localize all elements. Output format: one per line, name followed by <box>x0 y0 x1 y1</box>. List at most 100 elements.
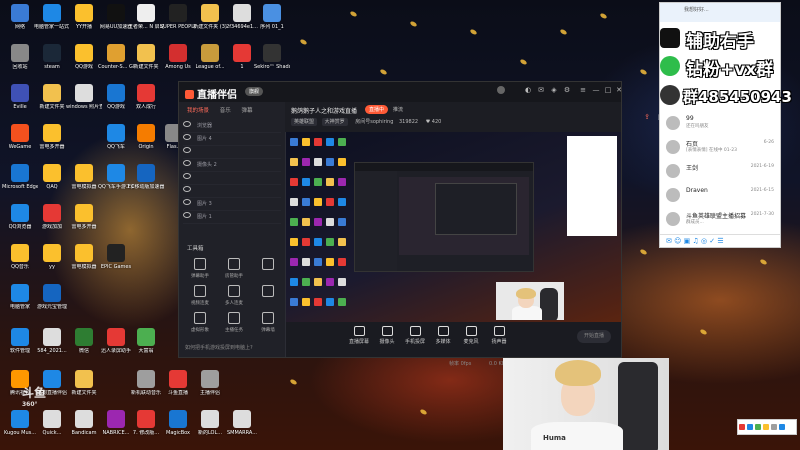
desktop-icon[interactable]: Quick... <box>34 410 70 436</box>
desktop-icon[interactable]: MagicBox <box>160 410 196 436</box>
desktop-icon[interactable]: 雷电多开器 <box>34 124 70 150</box>
tool-item[interactable]: 主播任务 <box>219 312 249 333</box>
room-title[interactable]: 鹅鸽鹅子人之和游戏直播 <box>291 106 357 115</box>
desktop-icon[interactable]: 新的LOL... <box>192 410 228 436</box>
tool-item[interactable]: 弹幕墙 <box>253 312 283 333</box>
visibility-icon[interactable] <box>183 160 191 166</box>
tab-danmaku[interactable]: 弹幕 <box>242 108 253 114</box>
desktop-icon[interactable]: 王者荣... N 启动 器(1) <box>128 4 164 30</box>
desktop-icon[interactable]: 雷电多开器 <box>66 204 102 230</box>
start-live-button[interactable]: 开始直播 <box>577 330 611 343</box>
desktop-icon[interactable]: 斗鱼直播 <box>160 370 196 396</box>
mail-icon[interactable]: ✉ <box>537 86 545 94</box>
visibility-icon[interactable] <box>183 134 191 140</box>
visibility-icon[interactable] <box>183 121 191 127</box>
desktop-icon[interactable]: Eville <box>2 84 38 110</box>
desktop-icon[interactable]: windows 照片查看 <box>66 84 102 110</box>
desktop-icon[interactable]: 新建文件夹 <box>34 84 70 110</box>
tab-scenes[interactable]: 我的场景 <box>187 108 209 114</box>
desktop-icon[interactable]: 双人成行 <box>128 84 164 110</box>
desktop-icon[interactable]: 电脑管家一站式 解析器 <box>34 4 70 30</box>
desktop-icon[interactable]: 游戏元宝管理 <box>34 284 70 310</box>
visibility-icon[interactable] <box>183 186 191 192</box>
tool-item[interactable] <box>253 285 283 300</box>
source-item[interactable] <box>183 172 281 185</box>
desktop-icon[interactable]: 雷电模拟器 <box>66 244 102 270</box>
desktop-icon[interactable]: 电脑管家 <box>2 284 38 310</box>
desktop-icon[interactable]: Sekiro™ Shadow... <box>254 44 290 70</box>
chat-tool-icon[interactable]: ✉ ☺ ▣ ♫ ◎ ✓ ☰ <box>666 237 724 245</box>
contact-item[interactable]: 斗鱼英雄联盟主播招募 群成员... 2021-7-30 <box>666 211 776 229</box>
desktop-icon[interactable]: QQ游戏 <box>66 44 102 70</box>
minimize-icon[interactable]: — <box>592 86 600 94</box>
desktop-icon[interactable]: Kugou Mus... <box>2 410 38 436</box>
desktop-icon[interactable]: League of... <box>192 44 228 70</box>
desktop-icon[interactable]: 微信 <box>66 328 102 354</box>
visibility-icon[interactable] <box>183 212 191 218</box>
avatar[interactable] <box>497 86 505 94</box>
desktop-icon[interactable]: 回收站 <box>2 44 38 70</box>
desktop-icon[interactable]: QQ浏览器 <box>2 204 38 230</box>
source-item[interactable]: 摄像头 2 <box>183 159 281 172</box>
version-badge[interactable]: 旗舰 <box>245 87 264 96</box>
desktop-icon[interactable]: Among Us <box>160 44 196 70</box>
visibility-icon[interactable] <box>183 147 191 153</box>
tool-item[interactable]: 房管助手 <box>219 258 249 279</box>
tool-item[interactable]: 多人连麦 <box>219 285 249 306</box>
desktop-icon[interactable]: 雷电模拟器 <box>66 164 102 190</box>
contact-item[interactable]: 石页 [表情表情] 在线中 01-23 6-26 <box>666 139 776 157</box>
control-item[interactable]: 扬声器 <box>486 326 512 345</box>
desktop-icon[interactable]: SMMARRA... <box>224 410 260 436</box>
maximize-icon[interactable]: □ <box>604 86 612 94</box>
control-item[interactable]: 麦克风 <box>458 326 484 345</box>
desktop-icon[interactable]: 新建文件夹 (3) <box>192 4 228 30</box>
source-item[interactable] <box>183 146 281 159</box>
skin-icon[interactable]: ◐ <box>524 86 532 94</box>
desktop-icon[interactable]: steam <box>34 44 70 70</box>
contact-item[interactable]: Draven 2021-6-15 <box>666 187 776 205</box>
room-category[interactable]: 英雄联盟 <box>291 118 318 126</box>
desktop-icon[interactable]: QQ音乐 <box>2 244 38 270</box>
source-item[interactable]: 浏览器 <box>183 120 281 133</box>
control-item[interactable]: 多媒体 <box>430 326 456 345</box>
source-item[interactable]: 图片 4 <box>183 133 281 146</box>
desktop-icon[interactable]: 584_2021... <box>34 328 70 354</box>
desktop-icon[interactable]: EPIC Games <box>98 244 134 270</box>
contact-item[interactable]: 王剑 2021-6-19 <box>666 163 776 181</box>
source-item[interactable] <box>183 185 281 198</box>
stream-preview[interactable] <box>286 132 621 322</box>
desktop-icon[interactable]: 游戏加加 <box>34 204 70 230</box>
desktop-icon[interactable]: 新建文件夹 <box>128 44 164 70</box>
tool-item[interactable]: 弹幕助手 <box>185 258 215 279</box>
push-tag[interactable]: 推流 <box>393 106 403 113</box>
menu-icon[interactable]: ≡ <box>579 86 587 94</box>
source-item[interactable]: 图片 1 <box>183 211 281 224</box>
desktop-icon[interactable]: FC移动版加速器 <box>128 164 164 190</box>
desktop-icon[interactable]: YY开播 <box>66 4 102 30</box>
settings-icon[interactable]: ⚙ <box>563 86 571 94</box>
tool-item[interactable]: 虚拟形象 <box>185 312 215 333</box>
desktop-icon[interactable]: 网络 <box>2 4 38 30</box>
share-icon[interactable]: ⇪ <box>643 113 651 121</box>
gift-icon[interactable]: ◈ <box>550 86 558 94</box>
source-item[interactable]: 图片 3 <box>183 198 281 211</box>
help-hint[interactable]: 如何把手机游戏投屏到电脑上? <box>185 344 253 351</box>
desktop-icon[interactable]: 大富翁 <box>128 328 164 354</box>
desktop-icon[interactable]: 序列 01_1 <box>254 4 290 30</box>
visibility-icon[interactable] <box>183 173 191 179</box>
desktop-icon[interactable]: Microsoft Edge <box>2 164 38 190</box>
control-item[interactable]: 手机投屏 <box>402 326 428 345</box>
close-icon[interactable]: ✕ <box>615 86 623 94</box>
tool-item[interactable] <box>253 258 283 273</box>
desktop-icon[interactable]: WeGame <box>2 124 38 150</box>
desktop-icon[interactable]: Bandicam <box>66 410 102 436</box>
tool-item[interactable]: 视频连麦 <box>185 285 215 306</box>
desktop-icon[interactable]: SUPER PEOPLE CBT <box>160 4 196 30</box>
desktop-icon[interactable]: yy <box>34 244 70 270</box>
desktop-icon[interactable]: 软件管理 <box>2 328 38 354</box>
desktop-icon[interactable]: 新建文件夹 <box>66 370 102 396</box>
tab-music[interactable]: 音乐 <box>220 108 231 114</box>
control-item[interactable]: 摄像头 <box>374 326 400 345</box>
desktop-icon[interactable]: 主播伴侣 <box>192 370 228 396</box>
desktop-icon[interactable]: 7. 修改版... <box>128 410 164 436</box>
